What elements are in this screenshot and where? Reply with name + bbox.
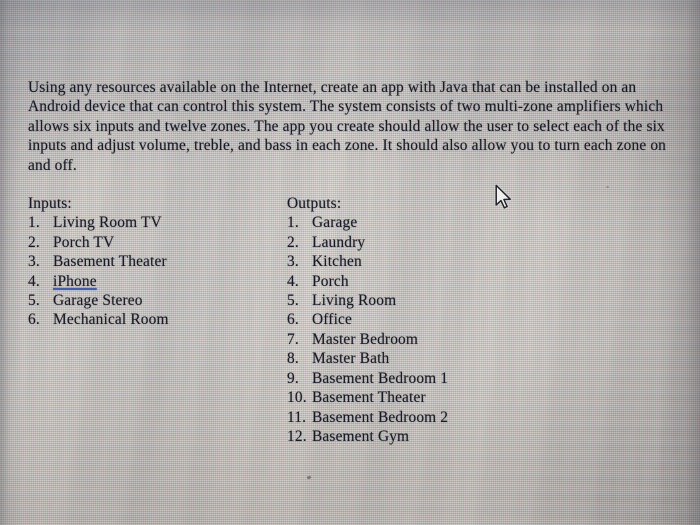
input-list-item-number: 1. [28, 214, 40, 232]
output-list-item: 5. Living Room [287, 291, 587, 310]
output-list-item-label: Basement Bedroom 1 [312, 369, 449, 387]
input-list-item-label: Porch TV [53, 233, 115, 251]
output-list-item: 9. Basement Bedroom 1 [287, 369, 587, 388]
output-list-item: 3. Kitchen [287, 252, 587, 271]
input-list-item-label: Living Room TV [53, 214, 162, 232]
output-list-item: 11. Basement Bedroom 2 [287, 408, 587, 427]
input-list-item-number: 4. [28, 272, 40, 290]
output-list-item-label: Living Room [312, 292, 397, 310]
output-list-item-label: Basement Bedroom 2 [312, 408, 449, 426]
output-list-item-number: 12. [287, 427, 307, 445]
outputs-column: Outputs: 1. Garage 2. Laundry 3. Kitchen 4.… [287, 194, 587, 446]
output-list-item-number: 9. [287, 369, 299, 387]
output-list-item: 2. Laundry [287, 233, 587, 252]
input-list-item-number: 6. [28, 311, 40, 329]
output-list-item-label: Porch [312, 272, 349, 290]
output-list-item: 8. Master Bath [287, 349, 587, 368]
output-list-item: 7. Master Bedroom [287, 330, 587, 349]
output-list-item-label: Office [312, 311, 352, 329]
output-list-item: 1. Garage [287, 213, 587, 232]
output-list-item: 6. Office [287, 310, 587, 329]
output-list-item-number: 1. [287, 214, 299, 232]
output-list-item: 4. Porch [287, 272, 587, 291]
input-list-item: 5. Garage Stereo [28, 291, 278, 310]
output-list-item-label: Kitchen [312, 253, 362, 271]
input-list-item-number: 2. [28, 233, 40, 251]
input-list-item-number: 3. [28, 253, 40, 271]
inputs-heading: Inputs: [28, 195, 72, 213]
output-list-item: 10. Basement Theater [287, 388, 587, 407]
input-list-item-label: Mechanical Room [53, 311, 169, 329]
input-list-item-label: Garage Stereo [53, 292, 143, 310]
output-list-item-label: Garage [312, 214, 358, 232]
input-list-item: 1. Living Room TV [28, 213, 278, 232]
paragraph-list-spacer [28, 175, 680, 194]
input-list-item-label: iPhone [53, 272, 97, 290]
output-list-item-label: Laundry [312, 233, 366, 251]
input-list-item-label: Basement Theater [53, 253, 167, 271]
input-list-item: 2. Porch TV [28, 233, 278, 252]
document-body: Using any resources available on the Int… [28, 78, 680, 445]
output-list-item-number: 8. [287, 350, 299, 368]
monitor-photo-screen: Using any resources available on the Int… [0, 0, 700, 525]
outputs-list: 1. Garage 2. Laundry 3. Kitchen 4. Porch 5. … [287, 213, 587, 446]
output-list-item-number: 4. [287, 272, 299, 290]
input-list-item: 3. Basement Theater [28, 252, 278, 271]
assignment-paragraph: Using any resources available on the Int… [28, 79, 667, 174]
output-list-item: 12. Basement Gym [287, 427, 587, 446]
inputs-column: Inputs: 1. Living Room TV 2. Porch TV 3. B… [28, 194, 278, 330]
input-list-item: 6. Mechanical Room [28, 310, 278, 329]
inputs-list: 1. Living Room TV 2. Porch TV 3. Basement … [28, 213, 278, 329]
output-list-item-label: Master Bedroom [312, 330, 419, 348]
input-list-item: 4. iPhone [28, 272, 278, 291]
output-list-item-label: Master Bath [312, 350, 390, 368]
output-list-item-number: 10. [287, 389, 307, 407]
output-list-item-label: Basement Theater [312, 389, 426, 407]
input-list-item-number: 5. [28, 292, 40, 310]
output-list-item-number: 7. [287, 330, 299, 348]
output-list-item-number: 3. [287, 253, 299, 271]
output-list-item-number: 2. [287, 233, 299, 251]
output-list-item-number: 11. [287, 408, 307, 426]
output-list-item-number: 5. [287, 292, 299, 310]
outputs-heading: Outputs: [287, 195, 342, 213]
output-list-item-label: Basement Gym [312, 427, 410, 445]
output-list-item-number: 6. [287, 311, 299, 329]
